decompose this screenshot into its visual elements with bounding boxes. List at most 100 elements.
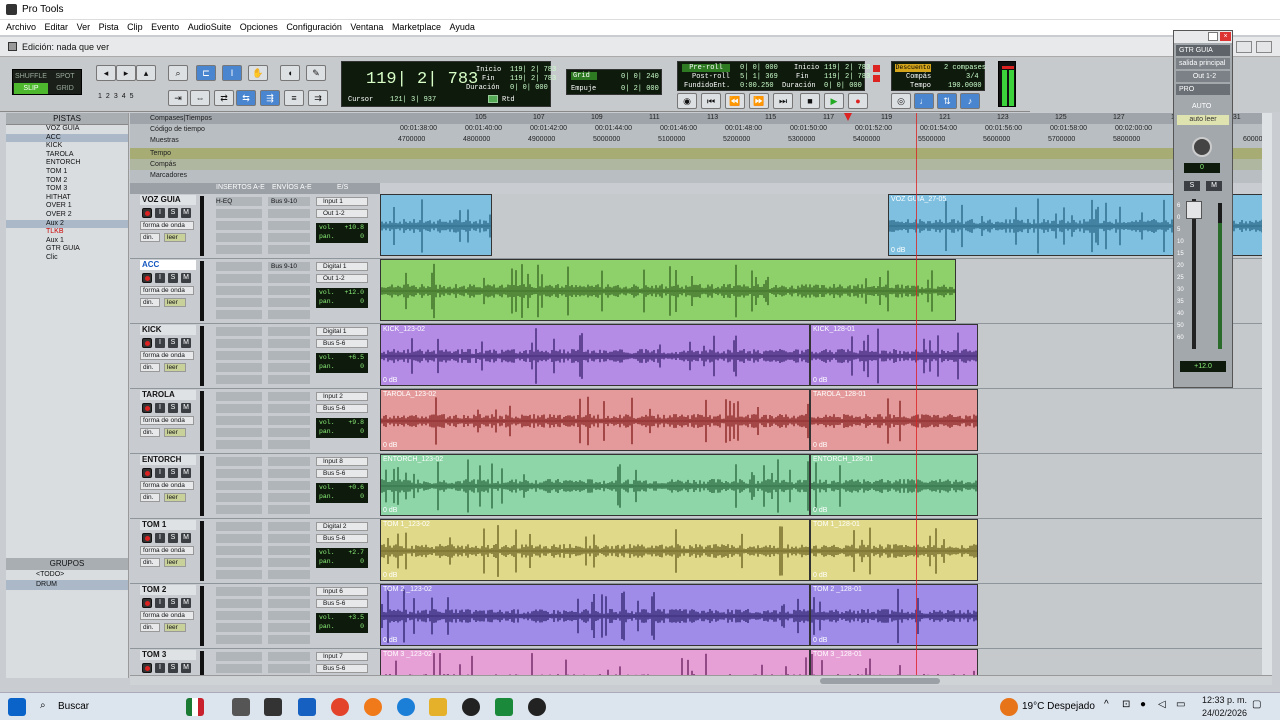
preroll-value[interactable]: 0| 0| 000	[740, 64, 778, 72]
audio-clip[interactable]: ENTORCH_128-01 0 dB	[810, 454, 978, 516]
insert-slot[interactable]	[216, 664, 262, 673]
tracklist-item[interactable]: HITHAT	[6, 194, 128, 203]
input-monitor-button[interactable]: I	[155, 533, 165, 543]
play-icon[interactable]: ▶	[824, 93, 844, 109]
insert-slot[interactable]	[216, 546, 262, 555]
shuffle-mode-button[interactable]: SHUFFLE	[14, 71, 48, 82]
clip-gain[interactable]: 0 dB	[813, 442, 827, 449]
ruler-bars-beats[interactable]: Compases|Tiempos	[130, 113, 1272, 124]
restore-icon[interactable]	[1208, 32, 1218, 41]
firefox-icon[interactable]	[364, 698, 382, 716]
record-arm-icon[interactable]	[142, 533, 152, 543]
pan-value[interactable]: 0	[360, 362, 364, 371]
clip-gain[interactable]: 0 dB	[383, 442, 397, 449]
send-slot[interactable]	[268, 469, 310, 478]
send-slot[interactable]	[268, 457, 310, 466]
volume-pan-display[interactable]: vol. +2.7 pan. 0	[316, 548, 368, 568]
send-slot[interactable]	[268, 623, 310, 632]
send-slot[interactable]	[268, 570, 310, 579]
insert-slot[interactable]	[216, 351, 262, 360]
tracklist-item[interactable]: ENTORCH	[6, 159, 128, 168]
menu-ayuda[interactable]: Ayuda	[449, 20, 474, 35]
menu-opciones[interactable]: Opciones	[240, 20, 278, 35]
mute-button[interactable]: M	[181, 533, 191, 543]
zoom-preset-4[interactable]: 4	[122, 93, 130, 100]
input-selector[interactable]: Input 2	[316, 392, 368, 401]
keyboard-focus-icon[interactable]: ≡	[284, 90, 304, 106]
audio-clip[interactable]: KICK_123-02 0 dB	[380, 324, 810, 386]
insert-slot[interactable]	[216, 469, 262, 478]
zoom-preset-3[interactable]: 3	[114, 93, 122, 100]
audio-clip[interactable]: ENTORCH_123-02 0 dB	[380, 454, 810, 516]
insert-slot[interactable]	[216, 534, 262, 543]
insert-slot[interactable]	[216, 558, 262, 567]
pan-knob-icon[interactable]	[1192, 137, 1212, 157]
record-arm-icon[interactable]	[142, 468, 152, 478]
track-playlist-lane[interactable]: TOM 1_123-02 0 dB TOM 1_128-01 0 dB	[380, 519, 1272, 583]
automation-mode[interactable]: leer	[164, 428, 186, 437]
solo-button[interactable]: S	[1184, 181, 1200, 191]
microphone-icon[interactable]: ●	[1140, 699, 1146, 710]
notifications-icon[interactable]: ▢	[1252, 699, 1261, 710]
automation-mode[interactable]: leer	[164, 233, 186, 242]
insert-slot[interactable]	[216, 310, 262, 319]
track-nudge-icon[interactable]: ⇉	[308, 90, 328, 106]
audio-clip[interactable]: TOM 2 _128-01 0 dB	[810, 584, 978, 646]
fast-forward-icon[interactable]: ⏩	[749, 93, 769, 109]
send-slot[interactable]: Bus 9-10	[268, 262, 310, 271]
output-selector[interactable]: Bus 5-6	[316, 469, 368, 478]
midi-merge-icon[interactable]: ⇅	[937, 93, 957, 109]
zoomer-tool-icon[interactable]: ⌕	[168, 65, 188, 81]
output-selector[interactable]: Bus 5-6	[316, 664, 368, 673]
clip-gain[interactable]: 0 dB	[813, 507, 827, 514]
audio-clip[interactable]: TOM 2 _123-02 0 dB	[380, 584, 810, 646]
output-selector[interactable]: Bus 5-6	[316, 339, 368, 348]
outlook-icon[interactable]	[298, 698, 316, 716]
send-slot[interactable]	[268, 587, 310, 596]
zoom-out-horizontal-icon[interactable]: ◂	[96, 65, 116, 81]
start-menu-icon[interactable]	[8, 698, 26, 716]
automation-toggle[interactable]: din.	[140, 623, 160, 632]
clip-gain[interactable]: 0 dB	[383, 637, 397, 644]
volume-value[interactable]: +10.8	[344, 223, 364, 232]
audio-clip[interactable]: TOM 3 _123-02	[380, 649, 810, 675]
volume-pan-display[interactable]: vol. +9.8 pan. 0	[316, 418, 368, 438]
automation-mode[interactable]: leer	[164, 363, 186, 372]
tab-to-transient-icon[interactable]: ⇥	[168, 90, 188, 106]
weather-icon[interactable]	[1000, 698, 1018, 716]
audio-clip[interactable]	[380, 259, 956, 321]
output-selector[interactable]: Bus 5-6	[316, 599, 368, 608]
send-slot[interactable]	[268, 233, 310, 242]
input-monitor-button[interactable]: I	[155, 403, 165, 413]
volume-value[interactable]: +0.6	[348, 483, 364, 492]
send-slot[interactable]	[268, 664, 310, 673]
view-selector[interactable]: forma de onda	[140, 546, 194, 555]
input-selector[interactable]: Input 7	[316, 652, 368, 661]
insert-slot[interactable]	[216, 611, 262, 620]
record-arm-icon[interactable]	[142, 598, 152, 608]
solo-button[interactable]: S	[168, 663, 178, 673]
zoom-preset-2[interactable]: 2	[106, 93, 114, 100]
track-playlist-lane[interactable]: KICK_123-02 0 dB KICK_128-01 0 dB	[380, 324, 1272, 388]
clip-gain[interactable]: 0 dB	[383, 377, 397, 384]
zoom-preset-1[interactable]: 1	[98, 93, 106, 100]
output-selector[interactable]: Bus 5-6	[316, 534, 368, 543]
insert-slot[interactable]	[216, 327, 262, 336]
input-monitor-button[interactable]: I	[155, 468, 165, 478]
insert-slot[interactable]	[216, 623, 262, 632]
audio-clip[interactable]: TOM 1_123-02 0 dB	[380, 519, 810, 581]
grabber-tool-icon[interactable]: ✋	[248, 65, 268, 81]
clip-gain[interactable]: 0 dB	[383, 507, 397, 514]
tracklist-item[interactable]: TOM 3	[6, 185, 128, 194]
solo-button[interactable]: S	[168, 468, 178, 478]
automation-mode[interactable]: leer	[164, 298, 186, 307]
horizontal-scrollbar[interactable]	[130, 675, 1272, 685]
insert-slot[interactable]	[216, 428, 262, 437]
tracklist-item[interactable]: TOM 2	[6, 177, 128, 186]
track-name[interactable]: TOM 3	[140, 650, 196, 660]
wait-for-note-icon[interactable]: ◎	[891, 93, 911, 109]
link-track-edit-icon[interactable]: ⇆	[236, 90, 256, 106]
transport-end[interactable]: 119| 2| 783	[824, 73, 870, 81]
ruler-samples[interactable]: Muestras	[130, 135, 1272, 146]
tracklist-item[interactable]: KICK	[6, 142, 128, 151]
